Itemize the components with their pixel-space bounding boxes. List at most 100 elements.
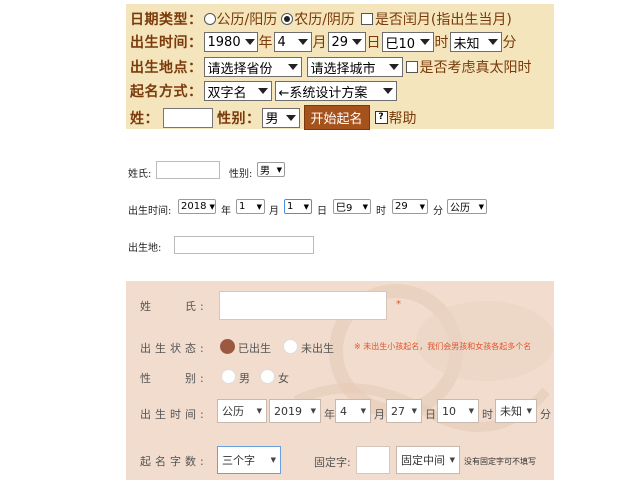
- minute-select[interactable]: 未知: [449, 32, 502, 52]
- char-count-select[interactable]: 三个字 ▼: [217, 446, 281, 474]
- day-select[interactable]: 29: [327, 32, 366, 52]
- gender-label: 性别:: [229, 169, 253, 180]
- city-select[interactable]: 请选择城市: [306, 57, 403, 77]
- calendar-select[interactable]: 公历 ▼: [447, 199, 487, 214]
- female-radio[interactable]: [260, 369, 275, 384]
- chevron-down-icon: ▼: [419, 202, 425, 211]
- gender-select[interactable]: 男 ▼: [257, 162, 285, 177]
- day-unit: 日: [317, 206, 327, 217]
- year-unit: 年: [221, 206, 231, 217]
- naming-method-label: 起名方式：: [130, 84, 203, 100]
- hour-select[interactable]: 巳9 ▼: [333, 199, 371, 214]
- start-naming-button[interactable]: 开始起名: [303, 105, 370, 130]
- chevron-down-icon: ▼: [303, 202, 309, 211]
- surname-label: 姓：: [130, 110, 159, 127]
- minute-unit: 分: [502, 35, 517, 51]
- birthplace-input[interactable]: [174, 236, 314, 254]
- surname-label: 姓 氏:: [140, 300, 208, 313]
- birth-time-label: 出生时间：: [130, 35, 203, 51]
- birthplace-label: 出生地:: [128, 243, 162, 254]
- gender-select[interactable]: 男: [261, 107, 300, 128]
- solar-calendar-radio[interactable]: [203, 13, 216, 25]
- surname-input[interactable]: [163, 107, 213, 128]
- birth-time-label: 出生时间:: [140, 408, 208, 421]
- year-unit: 年: [258, 35, 273, 51]
- lunar-calendar-radio[interactable]: [281, 13, 294, 25]
- year-select[interactable]: 1980: [203, 32, 258, 52]
- year-unit: 年: [324, 408, 335, 421]
- leap-month-checkbox[interactable]: [360, 13, 373, 25]
- surname-input[interactable]: [219, 291, 387, 320]
- hour-select[interactable]: 10 ▼: [437, 399, 479, 423]
- fixed-char-note: 没有固定字可不填写: [464, 457, 536, 466]
- naming-form-simple: 姓氏: 性别: 男 ▼ 出生时间: 2018 ▼ 年 1 ▼ 月 1 ▼ 日 巳9 ▼ 时…: [126, 148, 554, 263]
- month-unit: 月: [312, 35, 327, 51]
- gender-label: 性别：: [217, 110, 261, 127]
- scheme-select[interactable]: ←系统设计方案: [274, 81, 397, 101]
- help-label: 帮助: [388, 110, 417, 127]
- day-select[interactable]: 27 ▼: [386, 399, 422, 423]
- day-select[interactable]: 1 ▼: [284, 199, 312, 214]
- naming-form-classic: 日期类型： 公历/阳历 农历/阴历 是否闰月(指出生当月) 出生时间： 1980…: [126, 4, 554, 130]
- surname-input[interactable]: [156, 161, 220, 179]
- female-label: 女: [278, 372, 289, 385]
- year-select[interactable]: 2018 ▼: [178, 199, 216, 214]
- naming-form-modern: 姓 氏: * 出生状态: 已出生 未出生 ※ 未出生小孩起名，我们会男孩和女孩各…: [126, 281, 554, 480]
- chevron-down-icon: [257, 88, 268, 94]
- minute-select[interactable]: 29 ▼: [392, 199, 428, 214]
- gender-label: 性 别:: [140, 372, 208, 385]
- chevron-down-icon: ▼: [478, 202, 484, 211]
- hour-unit: 时: [376, 206, 386, 217]
- year-select[interactable]: 2019 ▼: [269, 399, 321, 423]
- required-mark: *: [396, 299, 401, 310]
- calendar-select[interactable]: 公历 ▼: [217, 399, 267, 423]
- chevron-down-icon: ▼: [411, 407, 417, 415]
- chevron-down-icon: [487, 39, 498, 45]
- help-link[interactable]: ? 帮助: [374, 108, 417, 128]
- minute-unit: 分: [433, 206, 443, 217]
- month-unit: 月: [374, 408, 385, 421]
- surname-gender-row: 姓： 性别： 男 开始起名 ? 帮助: [130, 105, 417, 130]
- chevron-down-icon: ▼: [209, 202, 215, 211]
- birthplace-label: 出生地点：: [130, 60, 203, 76]
- chevron-down-icon: ▼: [362, 202, 368, 211]
- chevron-down-icon: ▼: [276, 165, 282, 174]
- birth-status-note: ※ 未出生小孩起名，我们会男孩和女孩各起多个名: [354, 342, 532, 351]
- chevron-down-icon: [382, 88, 393, 94]
- chevron-down-icon: ▼: [468, 407, 474, 415]
- unborn-label: 未出生: [301, 342, 334, 355]
- help-icon: ?: [374, 111, 388, 124]
- chevron-down-icon: [297, 39, 308, 45]
- chevron-down-icon: ▼: [256, 407, 262, 415]
- unborn-radio[interactable]: [283, 339, 298, 354]
- birth-time-row: 出生时间： 1980 年 4 月 29 日 巳10 时 未知 分: [130, 32, 517, 52]
- minute-select[interactable]: 未知 ▼: [495, 399, 537, 423]
- male-radio[interactable]: [221, 369, 236, 384]
- fixed-char-input[interactable]: [356, 446, 390, 474]
- month-select[interactable]: 1 ▼: [236, 199, 265, 214]
- birthplace-row: 出生地点： 请选择省份 请选择城市 是否考虑真太阳时: [130, 57, 532, 77]
- hour-select[interactable]: 巳10: [381, 32, 434, 52]
- chevron-down-icon: ▼: [310, 407, 316, 415]
- chevron-down-icon: [244, 39, 255, 45]
- chevron-down-icon: ▼: [270, 456, 276, 464]
- date-type-label: 日期类型：: [130, 12, 203, 28]
- born-radio[interactable]: [220, 339, 235, 354]
- province-select[interactable]: 请选择省份: [203, 57, 302, 77]
- name-type-select[interactable]: 双字名: [203, 81, 272, 101]
- birth-status-label: 出生状态:: [140, 342, 208, 355]
- hour-unit: 时: [482, 408, 493, 421]
- chevron-down-icon: [419, 39, 430, 45]
- hour-unit: 时: [434, 35, 449, 51]
- surname-label: 姓氏:: [128, 169, 152, 180]
- month-select[interactable]: 4: [273, 32, 312, 52]
- month-select[interactable]: 4 ▼: [335, 399, 371, 423]
- month-unit: 月: [269, 206, 279, 217]
- chevron-down-icon: [287, 64, 298, 70]
- date-type-row: 日期类型： 公历/阳历 农历/阴历 是否闰月(指出生当月): [130, 9, 512, 29]
- fixed-position-select[interactable]: 固定中间 ▼: [396, 446, 460, 474]
- chevron-down-icon: ▼: [526, 407, 532, 415]
- chevron-down-icon: ▼: [449, 456, 455, 464]
- naming-method-row: 起名方式： 双字名 ←系统设计方案: [130, 81, 398, 101]
- solar-time-checkbox[interactable]: [405, 61, 418, 73]
